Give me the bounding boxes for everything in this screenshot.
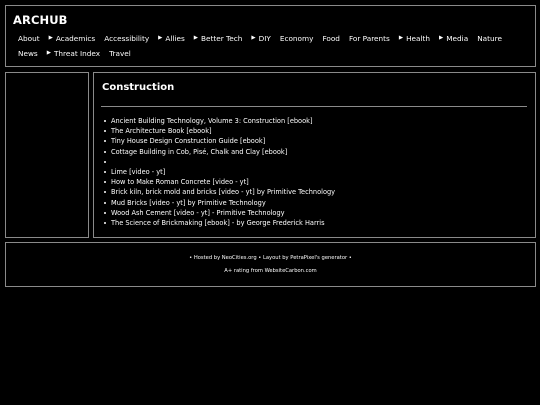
nav-item-food[interactable]: Food (322, 34, 340, 43)
nav-item-about[interactable]: About (18, 34, 40, 43)
nav-item-label: Better Tech (200, 33, 243, 43)
resource-link[interactable]: The Science of Brickmaking [ebook] - by … (111, 218, 325, 228)
expand-arrow-icon: ▶ (48, 35, 53, 41)
list-item: Ancient Building Technology, Volume 3: C… (104, 116, 335, 126)
bullet-icon (104, 211, 106, 214)
resource-link[interactable]: Ancient Building Technology, Volume 3: C… (111, 116, 313, 126)
expand-arrow-icon: ▶ (439, 35, 444, 41)
bullet-icon (104, 171, 106, 174)
bullet-icon (104, 160, 106, 163)
bullet-icon (104, 181, 106, 184)
nav-item-media[interactable]: ▶ Media (439, 34, 468, 43)
nav-item-label: Academics (55, 33, 96, 43)
expand-arrow-icon: ▶ (46, 50, 51, 56)
list-item (104, 157, 335, 167)
resource-link[interactable]: The Architecture Book [ebook] (111, 126, 212, 136)
list-item: Lime [video - yt] (104, 167, 335, 177)
nav-item-label: Nature (477, 33, 502, 43)
list-item: How to Make Roman Concrete [video - yt] (104, 177, 335, 187)
nav-item-label: For Parents (348, 33, 390, 43)
resource-link[interactable]: Cottage Building in Cob, Pisé, Chalk and… (111, 147, 287, 157)
resource-link[interactable]: How to Make Roman Concrete [video - yt] (111, 177, 249, 187)
nav-item-label: DIY (258, 33, 271, 43)
nav-item-for-parents[interactable]: For Parents (349, 34, 390, 43)
expand-arrow-icon: ▶ (193, 35, 198, 41)
list-item: Tiny House Design Construction Guide [eb… (104, 136, 335, 146)
footer: • Hosted by NeoCities.org • Layout by Pe… (5, 242, 536, 287)
page-title: Construction (102, 82, 175, 93)
nav-item-health[interactable]: ▶ Health (399, 34, 430, 43)
header: ARCHUB About ▶ Academics Accessibility ▶ Alli… (5, 5, 536, 67)
nav-item-news[interactable]: News (18, 49, 38, 58)
list-item: The Architecture Book [ebook] (104, 126, 335, 136)
site-title[interactable]: ARCHUB (13, 13, 68, 27)
nav-item-label: Economy (279, 33, 314, 43)
nav-item-label: News (18, 48, 38, 58)
resource-link[interactable]: Lime [video - yt] (111, 167, 165, 177)
nav-item-nature[interactable]: Nature (477, 34, 502, 43)
list-item: Cottage Building in Cob, Pisé, Chalk and… (104, 147, 335, 157)
bullet-icon (104, 120, 106, 123)
sidebar (5, 72, 89, 238)
footer-credits[interactable]: • Hosted by NeoCities.org • Layout by Pe… (6, 255, 535, 261)
main-content: Construction Ancient Building Technology… (93, 72, 536, 238)
footer-carbon-rating[interactable]: A+ rating from WebsiteCarbon.com (6, 268, 535, 274)
nav-item-accessibility[interactable]: Accessibility (104, 34, 149, 43)
nav-item-label: Accessibility (104, 33, 150, 43)
nav-item-label: Threat Index (53, 48, 101, 58)
resource-link[interactable]: Brick kiln, brick mold and bricks [video… (111, 187, 335, 197)
resource-list: Ancient Building Technology, Volume 3: C… (104, 116, 335, 228)
nav-item-better-tech[interactable]: ▶ Better Tech (194, 34, 243, 43)
bullet-icon (104, 191, 106, 194)
nav-item-label: Health (406, 33, 431, 43)
nav-item-label: About (18, 33, 40, 43)
resource-link[interactable]: Wood Ash Cement [video - yt] - Primitive… (111, 208, 285, 218)
nav-item-label: Allies (165, 33, 185, 43)
expand-arrow-icon: ▶ (398, 35, 404, 41)
bullet-icon (104, 150, 106, 153)
nav-item-travel[interactable]: Travel (109, 49, 131, 58)
bullet-icon (104, 221, 106, 224)
nav-item-threat-index[interactable]: ▶ Threat Index (47, 49, 100, 58)
expand-arrow-icon: ▶ (251, 35, 256, 41)
nav-item-label: Media (446, 33, 469, 43)
nav-item-academics[interactable]: ▶ Academics (49, 34, 96, 43)
nav-item-economy[interactable]: Economy (280, 34, 314, 43)
nav-item-diy[interactable]: ▶ DIY (251, 34, 270, 43)
expand-arrow-icon: ▶ (158, 35, 163, 41)
list-item: Wood Ash Cement [video - yt] - Primitive… (104, 208, 335, 218)
list-item: Mud Bricks [video - yt] by Primitive Tec… (104, 198, 335, 208)
nav-row-2: News ▶ Threat Index Travel (18, 47, 140, 59)
nav-item-label: Food (322, 33, 340, 43)
bullet-icon (104, 130, 106, 133)
list-item: The Science of Brickmaking [ebook] - by … (104, 218, 335, 228)
list-item: Brick kiln, brick mold and bricks [video… (104, 187, 335, 197)
nav-item-label: Travel (109, 48, 131, 58)
title-divider (101, 106, 527, 107)
nav-item-allies[interactable]: ▶ Allies (158, 34, 185, 43)
resource-link[interactable]: Tiny House Design Construction Guide [eb… (111, 136, 265, 146)
resource-link[interactable]: Mud Bricks [video - yt] by Primitive Tec… (111, 198, 266, 208)
bullet-icon (104, 140, 106, 143)
nav-row-1: About ▶ Academics Accessibility ▶ Allies ▶ Bett… (18, 32, 511, 44)
bullet-icon (104, 201, 106, 204)
